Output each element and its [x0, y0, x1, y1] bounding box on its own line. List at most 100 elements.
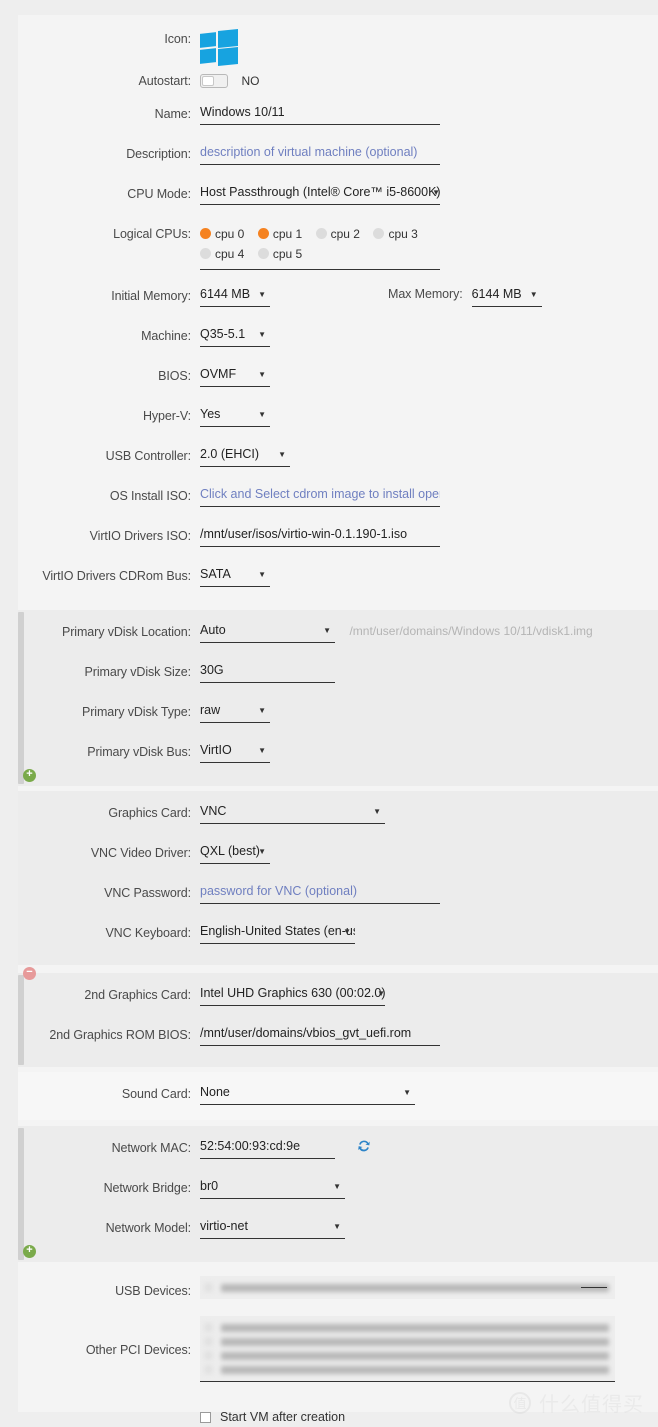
second-graphics-group: − 2nd Graphics Card: Intel UHD Graphics … [18, 966, 658, 1067]
label-vnc-keyboard: VNC Keyboard: [105, 926, 191, 940]
label-sound-card: Sound Card: [121, 1087, 191, 1101]
usb-devices-list[interactable] [200, 1276, 615, 1299]
pci-device-item[interactable] [200, 1323, 615, 1332]
usb-controller-select[interactable]: 2.0 (EHCI) ▼ [200, 446, 290, 467]
pci-device-item[interactable] [200, 1337, 615, 1346]
row-icon: Icon: [18, 15, 658, 69]
chevron-down-icon: ▼ [258, 370, 266, 379]
vnc-keyboard-select[interactable]: English-United States (en-us) ▼ [200, 923, 355, 944]
row-vnc-keyboard: VNC Keyboard: English-United States (en-… [18, 921, 658, 953]
graphics-card-select[interactable]: VNC ▼ [200, 803, 385, 824]
network-model-select[interactable]: virtio-net ▼ [200, 1218, 345, 1239]
remove-graphics-button[interactable]: − [23, 966, 36, 980]
cpu-label: cpu 3 [388, 227, 418, 241]
row-network-mac: Network MAC: 52:54:00:93:cd:9e [18, 1136, 658, 1176]
label-initial-memory: Initial Memory: [111, 289, 191, 303]
checkbox-icon[interactable] [204, 1365, 213, 1374]
cpu-option-0[interactable]: cpu 0 [200, 224, 244, 244]
checkbox-icon[interactable] [204, 1283, 213, 1292]
label-usb-controller: USB Controller: [105, 449, 191, 463]
network-bridge-select[interactable]: br0 ▼ [200, 1178, 345, 1199]
label-virtio-cdrom-bus: VirtIO Drivers CDRom Bus: [42, 569, 191, 583]
cpu-label: cpu 4 [215, 247, 245, 261]
row-cpu-mode: CPU Mode: Host Passthrough (Intel® Core™… [18, 182, 658, 222]
radio-icon [200, 228, 211, 239]
label-autostart: Autostart: [138, 74, 192, 88]
network-bridge-value: br0 [200, 1179, 219, 1193]
autostart-toggle[interactable] [200, 73, 228, 88]
bios-select[interactable]: OVMF ▼ [200, 366, 270, 387]
row-virtio-drivers-iso: VirtIO Drivers ISO: /mnt/user/isos/virti… [18, 524, 658, 564]
virtio-cdrom-bus-select[interactable]: SATA ▼ [200, 566, 270, 587]
checkbox-icon[interactable] [204, 1323, 213, 1332]
label-graphics-card-2: 2nd Graphics Card: [84, 988, 191, 1002]
windows-logo-icon[interactable] [200, 28, 238, 67]
label-hyperv: Hyper-V: [142, 409, 191, 423]
hyperv-value: Yes [200, 407, 221, 421]
usb-controller-value: 2.0 (EHCI) [200, 447, 260, 461]
hyperv-select[interactable]: Yes ▼ [200, 406, 270, 427]
max-memory-select[interactable]: 6144 MB ▼ [471, 286, 542, 307]
sound-card-group: Sound Card: None ▼ [18, 1072, 658, 1120]
chevron-down-icon: ▼ [258, 410, 266, 419]
label-network-model: Network Model: [105, 1221, 192, 1235]
vnc-password-input[interactable]: password for VNC (optional) [200, 883, 440, 904]
name-input[interactable]: Windows 10/11 [200, 104, 440, 125]
device-label [221, 1365, 609, 1374]
pci-device-item[interactable] [200, 1351, 615, 1360]
row-vdisk-type: Primary vDisk Type: raw ▼ [18, 700, 658, 740]
chevron-down-icon: ▼ [333, 1182, 341, 1191]
row-logical-cpus: Logical CPUs: cpu 0 cpu 1 cpu 2 cpu 3 cp… [18, 222, 658, 284]
initial-memory-value: 6144 MB [200, 287, 251, 301]
row-name: Name: Windows 10/11 [18, 102, 658, 142]
refresh-icon[interactable] [357, 1139, 371, 1158]
sound-card-select[interactable]: None ▼ [200, 1084, 415, 1105]
other-pci-devices-list[interactable] [200, 1316, 615, 1382]
pci-device-item[interactable] [200, 1365, 615, 1374]
initial-memory-select[interactable]: 6144 MB ▼ [200, 286, 270, 307]
vdisk-bus-select[interactable]: VirtIO ▼ [200, 742, 270, 763]
virtio-cdrom-bus-value: SATA [200, 567, 231, 581]
row-usb-controller: USB Controller: 2.0 (EHCI) ▼ [18, 444, 658, 484]
vnc-video-driver-select[interactable]: QXL (best) ▼ [200, 843, 270, 864]
watermark-text: 什么值得买 [539, 1394, 644, 1416]
vdisk-size-input[interactable]: 30G [200, 662, 335, 683]
label-spacer-startvm [18, 1408, 200, 1412]
vdisk-bus-value: VirtIO [200, 743, 232, 757]
checkbox-icon[interactable] [204, 1337, 213, 1346]
cpu-row-2: cpu 4 cpu 5 [200, 244, 440, 264]
vdisk-type-select[interactable]: raw ▼ [200, 702, 270, 723]
cpu-option-4[interactable]: cpu 4 [200, 244, 244, 264]
label-vdisk-location: Primary vDisk Location: [62, 625, 191, 639]
cpu-option-2[interactable]: cpu 2 [315, 224, 360, 244]
chevron-down-icon: ▼ [258, 330, 266, 339]
start-vm-checkbox[interactable] [200, 1411, 211, 1423]
cpu-option-5[interactable]: cpu 5 [257, 244, 303, 264]
row-graphics-rom-bios-2: 2nd Graphics ROM BIOS: /mnt/user/domains… [18, 1023, 658, 1055]
network-mac-input[interactable]: 52:54:00:93:cd:9e [200, 1138, 335, 1159]
cpu-option-3[interactable]: cpu 3 [373, 224, 418, 244]
row-sound-card: Sound Card: None ▼ [18, 1082, 658, 1110]
vdisk-location-select[interactable]: Auto ▼ [200, 622, 335, 643]
bios-value: OVMF [200, 367, 237, 381]
cpu-option-1[interactable]: cpu 1 [257, 224, 302, 244]
description-input[interactable]: description of virtual machine (optional… [200, 144, 440, 165]
cpu-mode-select[interactable]: Host Passthrough (Intel® Core™ i5-8600K)… [200, 184, 440, 205]
chevron-down-icon: ▼ [258, 290, 266, 299]
graphics-card-2-select[interactable]: Intel UHD Graphics 630 (00:02.0) ▼ [200, 985, 385, 1006]
checkbox-icon[interactable] [204, 1351, 213, 1360]
virtio-drivers-iso-input[interactable]: /mnt/user/isos/virtio-win-0.1.190-1.iso [200, 526, 440, 547]
label-cpu-mode: CPU Mode: [127, 187, 191, 201]
usb-device-item[interactable] [200, 1283, 615, 1292]
machine-select[interactable]: Q35-5.1 ▼ [200, 326, 270, 347]
chevron-down-icon: ▼ [403, 1088, 411, 1097]
label-name: Name: [154, 107, 191, 121]
row-graphics-card-2: 2nd Graphics Card: Intel UHD Graphics 63… [18, 983, 658, 1023]
machine-value: Q35-5.1 [200, 327, 246, 341]
graphics-rom-bios-2-input[interactable]: /mnt/user/domains/vbios_gvt_uefi.rom [200, 1025, 440, 1046]
watermark: 值 什么值得买 [509, 1388, 644, 1417]
row-vdisk-bus: Primary vDisk Bus: VirtIO ▼ [18, 740, 658, 772]
vdisk-location-value: Auto [200, 623, 226, 637]
os-install-iso-input[interactable]: Click and Select cdrom image to install … [200, 486, 440, 507]
cpu-label: cpu 5 [272, 247, 303, 261]
